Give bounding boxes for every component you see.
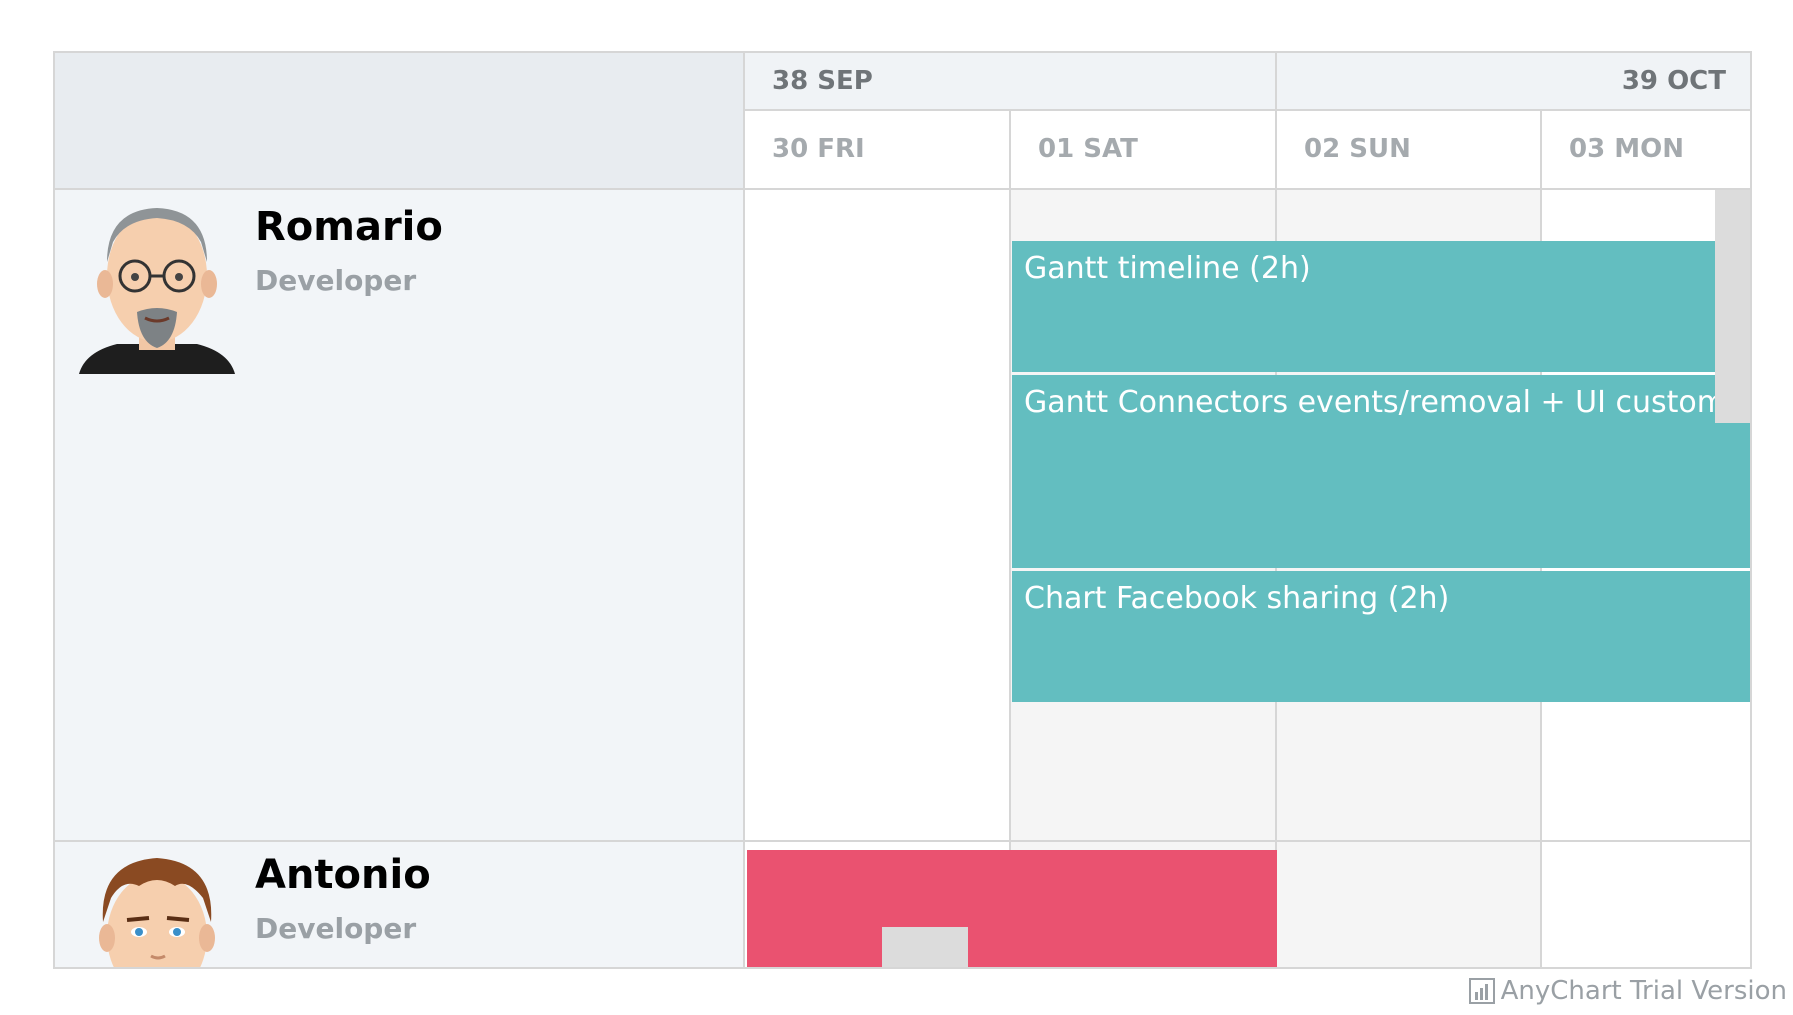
task-bar[interactable]: Gantt Connectors events/removal + UI cus… [1012, 375, 1750, 568]
resource-role: Developer [255, 264, 417, 297]
task-bar[interactable]: Gantt timeline (2h) [1012, 241, 1750, 372]
resource-row-romario[interactable]: Romario Developer [55, 190, 745, 842]
timeline-day-header-03: 03 MON [1542, 111, 1750, 190]
task-bar[interactable]: Chart Facebook sharing (2h) [1012, 571, 1750, 702]
chart-bars-icon [1468, 978, 1495, 1004]
resource-role: Developer [255, 912, 417, 945]
avatar [99, 858, 215, 967]
resource-name: Antonio [255, 852, 431, 898]
row-divider [745, 840, 1750, 842]
resource-gantt-chart[interactable]: 38 SEP 39 OCT 30 FRI 01 SAT 02 SUN 03 MO… [53, 51, 1752, 969]
task-bar[interactable] [747, 850, 1277, 967]
grid-header [55, 53, 745, 190]
resource-name: Romario [255, 204, 443, 250]
timeline-week-header-39: 39 OCT [1277, 53, 1750, 111]
horizontal-scrollbar-thumb[interactable] [882, 927, 968, 967]
vertical-scrollbar-thumb[interactable] [1715, 190, 1750, 423]
timeline-week-header-38: 38 SEP [745, 53, 1277, 111]
timeline-day-header-01: 01 SAT [1011, 111, 1277, 190]
resource-row-antonio[interactable]: Antonio Developer [55, 842, 745, 967]
timeline-day-header-30: 30 FRI [745, 111, 1011, 190]
credits-text: AnyChart Trial Version [1500, 976, 1787, 1006]
avatar [79, 208, 235, 374]
timeline-day-header-02: 02 SUN [1277, 111, 1542, 190]
credits-link[interactable]: AnyChart Trial Version [1468, 975, 1787, 1007]
